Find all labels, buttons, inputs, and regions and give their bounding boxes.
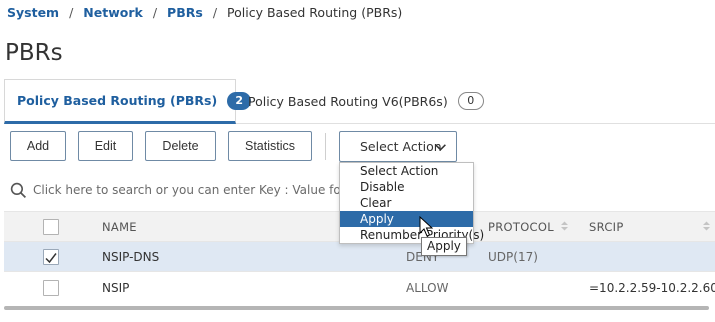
select-action-label: Select Action bbox=[360, 139, 442, 154]
column-protocol[interactable]: PROTOCOL bbox=[488, 220, 554, 234]
breadcrumb-current: Policy Based Routing (PBRs) bbox=[227, 4, 403, 20]
select-all-checkbox[interactable] bbox=[43, 219, 59, 235]
menu-item-disable[interactable]: Disable bbox=[340, 179, 473, 195]
tab-label: Policy Based Routing (PBRs) bbox=[17, 93, 218, 108]
table-row[interactable]: NSIP-DNS DENY UDP(17) bbox=[4, 242, 715, 272]
breadcrumb-system[interactable]: System bbox=[7, 5, 59, 20]
statistics-button[interactable]: Statistics bbox=[228, 131, 312, 161]
breadcrumb: System / Network / PBRs / Policy Based R… bbox=[7, 4, 402, 20]
tab-label: Policy Based Routing V6(PBR6s) bbox=[248, 93, 448, 109]
horizontal-scrollbar[interactable] bbox=[4, 306, 709, 310]
search-input[interactable]: Click here to search or you can enter Ke… bbox=[33, 183, 369, 197]
tab-pbrs[interactable]: Policy Based Routing (PBRs) 2 bbox=[4, 79, 252, 124]
toolbar-divider bbox=[325, 133, 326, 160]
cell-action: ALLOW bbox=[406, 281, 449, 295]
add-button[interactable]: Add bbox=[10, 131, 66, 161]
tab-pbr6s[interactable]: Policy Based Routing V6(PBR6s) 0 bbox=[236, 79, 484, 124]
column-name[interactable]: NAME bbox=[102, 220, 137, 234]
action-menu: Select Action Disable Clear Apply Renumb… bbox=[339, 162, 484, 244]
tooltip: Apply bbox=[421, 237, 467, 256]
tab-divider bbox=[483, 123, 715, 124]
menu-item-clear[interactable]: Clear bbox=[340, 195, 473, 211]
edit-button[interactable]: Edit bbox=[78, 131, 133, 161]
row-checkbox[interactable] bbox=[43, 280, 59, 296]
mouse-pointer-icon bbox=[419, 216, 433, 237]
chevron-down-icon bbox=[435, 144, 446, 151]
menu-item-select-action[interactable]: Select Action bbox=[340, 163, 473, 179]
delete-button[interactable]: Delete bbox=[145, 131, 216, 161]
breadcrumb-network[interactable]: Network bbox=[83, 5, 143, 20]
column-srcip[interactable]: SRCIP bbox=[589, 220, 624, 234]
breadcrumb-separator: / bbox=[152, 4, 158, 20]
cell-protocol: UDP(17) bbox=[488, 250, 538, 264]
count-badge: 0 bbox=[457, 92, 484, 110]
table-row[interactable]: NSIP ALLOW =10.2.2.59-10.2.2.60 bbox=[4, 273, 715, 303]
cell-name: NSIP-DNS bbox=[102, 250, 160, 264]
breadcrumb-separator: / bbox=[69, 4, 74, 20]
cell-name: NSIP bbox=[102, 281, 130, 295]
search-icon bbox=[10, 182, 27, 198]
sort-icon[interactable] bbox=[560, 220, 569, 232]
breadcrumb-pbrs[interactable]: PBRs bbox=[167, 5, 203, 20]
page-title: PBRs bbox=[5, 40, 63, 66]
select-action-dropdown[interactable]: Select Action bbox=[339, 131, 457, 162]
sort-icon[interactable] bbox=[702, 220, 711, 232]
breadcrumb-separator: / bbox=[212, 4, 218, 20]
checkmark-icon bbox=[45, 253, 57, 264]
row-checkbox[interactable] bbox=[43, 249, 59, 265]
menu-item-apply[interactable]: Apply bbox=[340, 211, 473, 227]
cell-srcip: =10.2.2.59-10.2.2.60 bbox=[589, 281, 715, 295]
